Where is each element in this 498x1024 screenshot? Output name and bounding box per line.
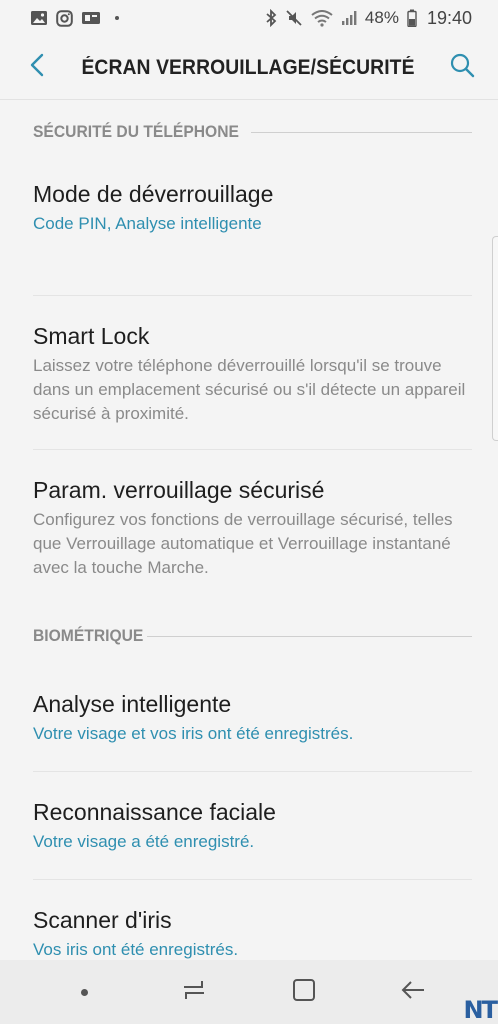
dot-icon <box>81 988 89 996</box>
item-title: Reconnaissance faciale <box>33 799 276 825</box>
item-subtitle: Vos iris ont été enregistrés. <box>33 940 239 959</box>
instagram-icon <box>56 9 73 27</box>
section-header-biometrics: BIOMÉTRIQUE <box>0 604 498 668</box>
signal-icon <box>341 10 357 26</box>
list-item-smart-lock[interactable]: Smart Lock Laissez votre téléphone déver… <box>33 296 472 450</box>
item-description: Configurez vos fonctions de verrouillage… <box>33 510 453 577</box>
status-bar: 48% 19:40 <box>0 0 498 36</box>
gallery-icon <box>30 10 48 26</box>
item-title: Param. verrouillage sécurisé <box>33 477 325 503</box>
app-header: ÉCRAN VERROUILLAGE/SÉCURITÉ <box>0 36 498 100</box>
search-button[interactable] <box>444 48 480 88</box>
list-item-unlock-mode[interactable]: Mode de déverrouillage Code PIN, Analyse… <box>33 164 472 296</box>
item-subtitle: Votre visage a été enregistré. <box>33 832 255 851</box>
search-icon <box>449 52 475 83</box>
status-left <box>30 9 119 27</box>
item-subtitle: Code PIN, Analyse intelligente <box>33 214 262 233</box>
mute-icon <box>285 9 303 27</box>
clock: 19:40 <box>426 7 472 28</box>
item-subtitle: Votre visage et vos iris ont été enregis… <box>33 724 354 743</box>
section-header-phone-security: SÉCURITÉ DU TÉLÉPHONE <box>0 100 498 164</box>
page-title: ÉCRAN VERROUILLAGE/SÉCURITÉ <box>81 55 415 79</box>
scroll-handle[interactable] <box>492 236 498 441</box>
settings-list: SÉCURITÉ DU TÉLÉPHONE Mode de déverrouil… <box>0 100 498 988</box>
section-label: SÉCURITÉ DU TÉLÉPHONE <box>33 122 239 141</box>
sim-card-icon <box>81 10 101 26</box>
nav-back-button[interactable] <box>383 967 443 1017</box>
status-right: 48% 19:40 <box>265 8 472 29</box>
nav-dot-button[interactable] <box>55 967 115 1017</box>
back-button[interactable] <box>22 48 52 88</box>
section-divider <box>146 635 472 637</box>
item-description: Laissez votre téléphone déverrouillé lor… <box>33 356 466 423</box>
notification-dot-icon <box>115 16 119 20</box>
list-item-face-recognition[interactable]: Reconnaissance faciale Votre visage a ét… <box>33 772 472 880</box>
watermark-logo: NT <box>463 996 498 1024</box>
wifi-icon <box>311 9 333 27</box>
back-arrow-icon <box>399 978 427 1007</box>
chevron-left-icon <box>29 53 45 82</box>
item-title: Scanner d'iris <box>33 907 172 933</box>
item-title: Analyse intelligente <box>33 691 232 717</box>
list-item-secure-lock-settings[interactable]: Param. verrouillage sécurisé Configurez … <box>33 450 472 604</box>
item-title: Smart Lock <box>33 323 150 349</box>
section-divider <box>250 131 472 133</box>
section-label: BIOMÉTRIQUE <box>33 626 144 645</box>
recents-button[interactable] <box>164 967 224 1017</box>
battery-percent: 48% <box>364 8 399 27</box>
navigation-bar: NT <box>0 960 498 1024</box>
list-item-intelligent-scan[interactable]: Analyse intelligente Votre visage et vos… <box>33 668 472 772</box>
home-button[interactable] <box>274 967 334 1017</box>
recents-icon <box>180 978 208 1007</box>
home-icon <box>291 977 317 1008</box>
bluetooth-icon <box>265 9 277 27</box>
item-title: Mode de déverrouillage <box>33 181 274 207</box>
battery-icon <box>407 9 417 27</box>
